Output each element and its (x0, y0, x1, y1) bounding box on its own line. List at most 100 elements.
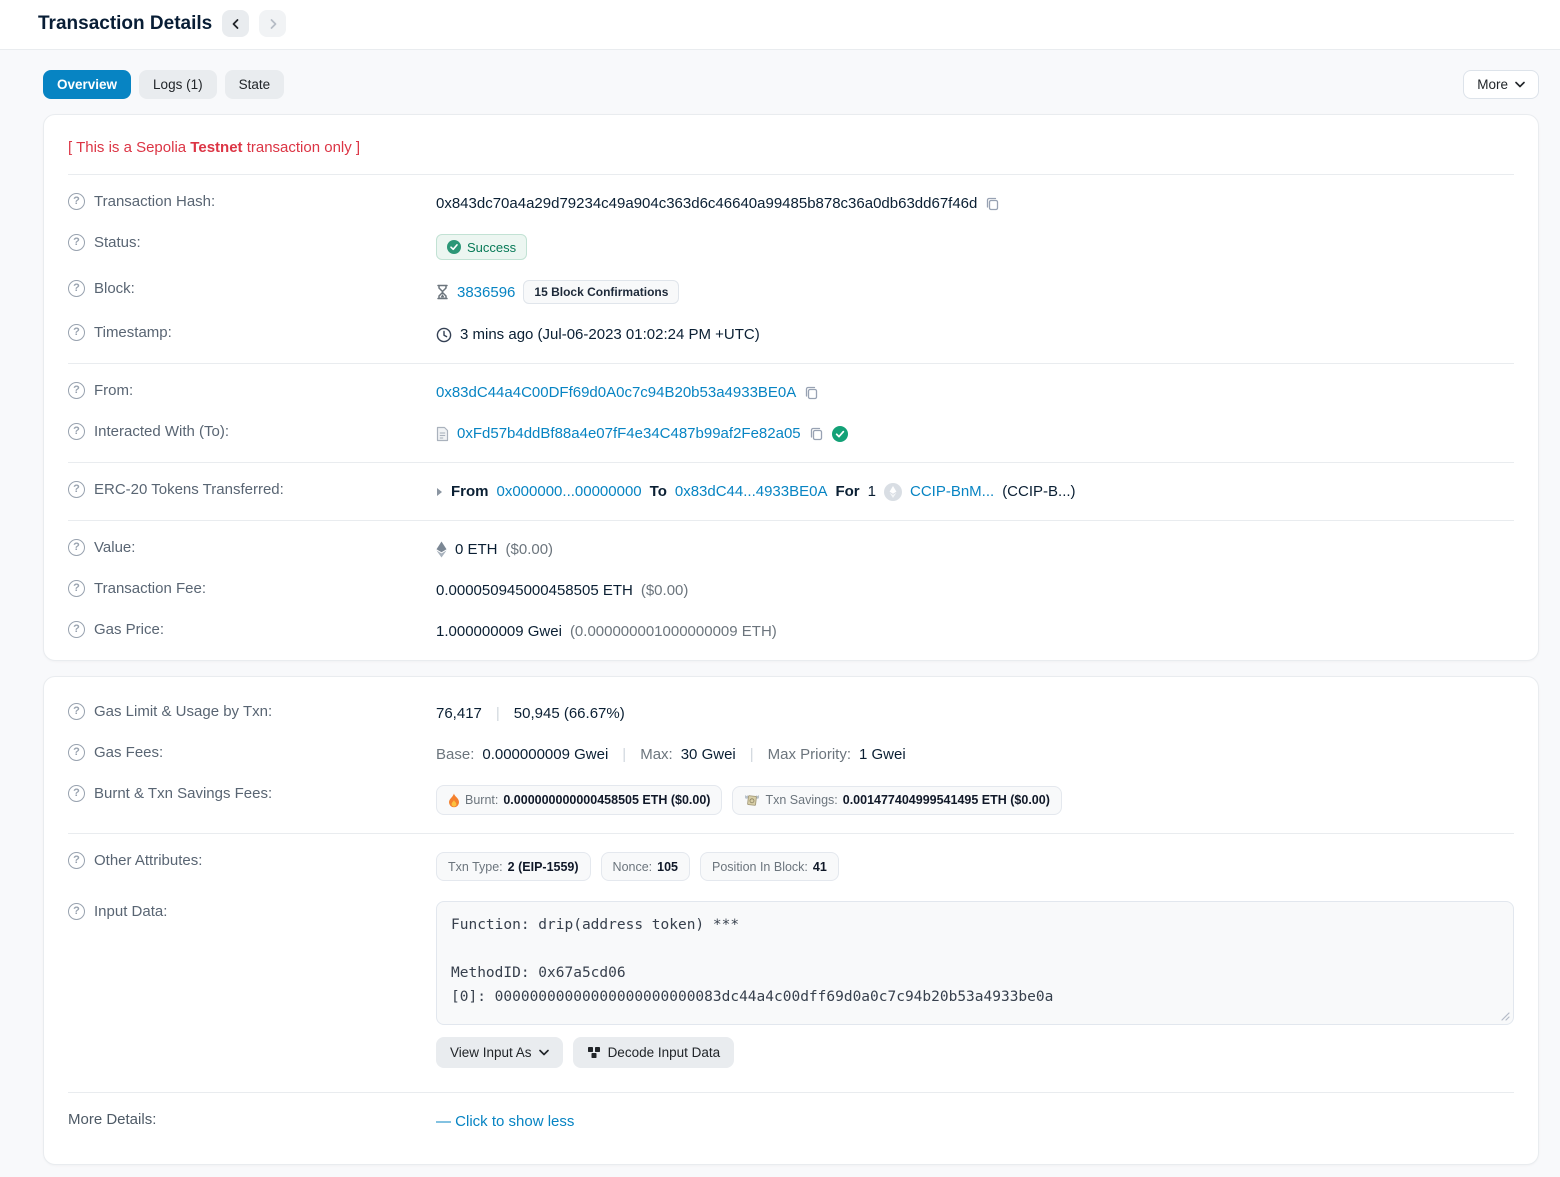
question-icon[interactable]: ? (68, 481, 85, 498)
prev-transaction-button[interactable] (222, 10, 249, 37)
divider (68, 462, 1514, 463)
tab-logs[interactable]: Logs (1) (139, 70, 217, 99)
input-data-box[interactable]: Function: drip(address token) *** Method… (436, 901, 1514, 1025)
to-address-link[interactable]: 0xFd57b4ddBf88a4e07fF4e34C487b99af2Fe82a… (457, 425, 801, 442)
value-amount: 0 ETH (455, 541, 498, 558)
verified-contract-check-icon (832, 426, 848, 442)
more-dropdown-button[interactable]: More (1463, 70, 1539, 99)
question-icon[interactable]: ? (68, 423, 85, 440)
row-interacted-with: ? Interacted With (To): 0xFd57b4ddBf88a4… (68, 413, 1514, 454)
row-from: ? From: 0x83dC44a4C00DFf69d0A0c7c94B20b5… (68, 372, 1514, 413)
decode-input-data-button[interactable]: Decode Input Data (573, 1037, 735, 1068)
block-number-link[interactable]: 3836596 (457, 284, 515, 301)
question-icon[interactable]: ? (68, 382, 85, 399)
gas-used-value: 50,945 (66.67%) (514, 705, 625, 722)
input-data-function-line: Function: drip(address token) *** (451, 914, 1499, 938)
question-icon[interactable]: ? (68, 903, 85, 920)
nonce-label: Nonce: (613, 860, 653, 874)
copy-icon (985, 196, 1000, 211)
value-usd: ($0.00) (506, 541, 554, 558)
tab-state[interactable]: State (225, 70, 285, 99)
divider (68, 833, 1514, 834)
testnet-notice-suffix: transaction only ] (243, 139, 361, 156)
gas-price-value: 1.000000009 Gwei (436, 623, 562, 640)
resize-handle[interactable] (1501, 1012, 1510, 1021)
question-icon[interactable]: ? (68, 621, 85, 638)
eth-icon (436, 541, 447, 558)
question-icon[interactable]: ? (68, 234, 85, 251)
question-icon[interactable]: ? (68, 539, 85, 556)
base-fee-value: 0.000000009 Gwei (482, 746, 608, 763)
separator: | (616, 746, 632, 763)
position-in-block-value: 41 (813, 860, 827, 874)
nonce-value: 105 (657, 860, 678, 874)
burnt-fee-label: Burnt: (465, 793, 498, 807)
next-transaction-button[interactable] (259, 10, 286, 37)
clock-icon (436, 327, 452, 343)
transaction-fee-label: Transaction Fee: (94, 580, 206, 597)
gas-fees-label: Gas Fees: (94, 744, 163, 761)
txn-type-label: Txn Type: (448, 860, 503, 874)
token-name-link[interactable]: CCIP-BnM... (910, 483, 994, 500)
max-fee-value: 30 Gwei (681, 746, 736, 763)
row-gas-fees: ? Gas Fees: Base: 0.000000009 Gwei | Max… (68, 734, 1514, 775)
row-more-details: More Details: — Click to show less (68, 1101, 1514, 1148)
value-label: Value: (94, 539, 135, 556)
token-logo-icon (884, 483, 902, 501)
from-label: From: (94, 382, 133, 399)
copy-from-address-button[interactable] (804, 385, 819, 400)
question-icon[interactable]: ? (68, 703, 85, 720)
question-icon[interactable]: ? (68, 580, 85, 597)
copy-icon (809, 426, 824, 441)
show-less-toggle[interactable]: — Click to show less (436, 1113, 574, 1130)
txn-savings-value: 0.001477404999541495 ETH ($0.00) (843, 793, 1050, 807)
timestamp-label: Timestamp: (94, 324, 172, 341)
transaction-hash-value: 0x843dc70a4a29d79234c49a904c363d6c46640a… (436, 195, 977, 212)
divider (68, 174, 1514, 175)
row-gas-limit: ? Gas Limit & Usage by Txn: 76,417 | 50,… (68, 693, 1514, 734)
gas-limit-value: 76,417 (436, 705, 482, 722)
question-icon[interactable]: ? (68, 324, 85, 341)
divider (68, 520, 1514, 521)
base-fee-label: Base: (436, 746, 474, 763)
erc20-to-address-link[interactable]: 0x83dC44...4933BE0A (675, 483, 828, 500)
burnt-fees-label: Burnt & Txn Savings Fees: (94, 785, 272, 802)
question-icon[interactable]: ? (68, 785, 85, 802)
question-icon[interactable]: ? (68, 193, 85, 210)
txn-type-value: 2 (EIP-1559) (508, 860, 579, 874)
divider (68, 1092, 1514, 1093)
from-address-link[interactable]: 0x83dC44a4C00DFf69d0A0c7c94B20b53a4933BE… (436, 384, 796, 401)
erc20-from-label: From (451, 483, 489, 500)
caret-right-icon (436, 487, 443, 497)
erc20-from-address-link[interactable]: 0x000000...00000000 (497, 483, 642, 500)
row-transaction-hash: ? Transaction Hash: 0x843dc70a4a29d79234… (68, 183, 1514, 224)
erc20-amount: 1 (868, 483, 876, 500)
block-confirmations-badge: 15 Block Confirmations (523, 280, 679, 304)
gas-price-eth: (0.000000001000000009 ETH) (570, 623, 777, 640)
separator: | (744, 746, 760, 763)
copy-hash-button[interactable] (985, 196, 1000, 211)
flame-icon (448, 793, 460, 808)
question-icon[interactable]: ? (68, 280, 85, 297)
row-value: ? Value: 0 ETH ($0.00) (68, 529, 1514, 570)
input-data-label: Input Data: (94, 903, 167, 920)
overview-card: [ This is a Sepolia Testnet transaction … (43, 114, 1539, 661)
tab-overview[interactable]: Overview (43, 70, 131, 99)
position-in-block-badge: Position In Block: 41 (700, 852, 839, 881)
question-icon[interactable]: ? (68, 852, 85, 869)
erc20-to-label: To (650, 483, 667, 500)
copy-icon (804, 385, 819, 400)
chevron-right-icon (267, 18, 279, 30)
erc20-transfers-label: ERC-20 Tokens Transferred: (94, 481, 284, 498)
chevron-down-icon (539, 1049, 549, 1056)
testnet-notice-bold: Testnet (190, 139, 242, 156)
txn-savings-badge: Txn Savings: 0.001477404999541495 ETH ($… (732, 786, 1061, 815)
row-input-data: ? Input Data: Function: drip(address tok… (68, 891, 1514, 1078)
copy-to-address-button[interactable] (809, 426, 824, 441)
gas-limit-label: Gas Limit & Usage by Txn: (94, 703, 272, 720)
separator: | (490, 705, 506, 722)
more-details-label: More Details: (68, 1111, 156, 1128)
max-fee-label: Max: (640, 746, 673, 763)
view-input-as-button[interactable]: View Input As (436, 1037, 563, 1068)
question-icon[interactable]: ? (68, 744, 85, 761)
